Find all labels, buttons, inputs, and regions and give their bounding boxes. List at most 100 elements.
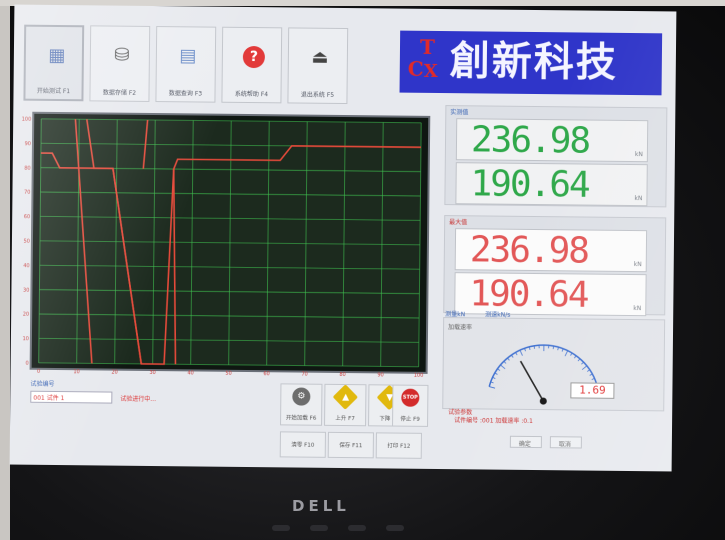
document-icon: ▤: [179, 45, 197, 67]
save-data-button[interactable]: ⛁ 数据存储 F2: [89, 25, 151, 102]
y-tick-label: 40: [23, 263, 29, 269]
params-text: 试件编号 :001 加载速率 :0.1: [454, 417, 533, 425]
max-display-1: 236.98 kN: [454, 228, 648, 273]
monitor-vent: [386, 525, 404, 531]
measured-value-1: 236.98: [470, 119, 590, 162]
measured-display-2: 190.64 kN: [455, 162, 648, 207]
gear-icon: ⚙: [292, 387, 311, 406]
measured-panel: 实测值 236.98 kN 190.64 kN: [444, 105, 668, 208]
wall: [0, 0, 10, 540]
stop-icon: STOP: [401, 388, 420, 407]
measured-value-2: 190.64: [470, 163, 589, 206]
y-tick-label: 30: [23, 287, 29, 293]
unit-label: kN: [634, 195, 643, 203]
button-label: 系统帮助 F4: [234, 90, 269, 99]
gauge-tick: [577, 358, 581, 362]
gauge-tick: [552, 346, 555, 350]
brand-banner: T C X 創新科技: [399, 30, 663, 96]
button-label: 停止 F9: [400, 416, 420, 423]
save-button[interactable]: 保存 F11: [327, 431, 374, 459]
query-data-button[interactable]: ▤ 数据查询 F3: [155, 26, 217, 103]
gauge-tick: [503, 361, 507, 364]
gauge-tick: [524, 348, 526, 352]
confirm-button[interactable]: 确定: [509, 435, 542, 449]
x-tick-label: 40: [187, 370, 193, 376]
gauge-tick: [533, 345, 535, 349]
dell-logo: DELL: [292, 497, 350, 515]
up-button[interactable]: ▲ 上升 F7: [324, 383, 367, 427]
logo-letter: C: [407, 56, 424, 81]
up-arrow-icon: ▲: [332, 384, 359, 410]
logo-letter: X: [423, 60, 438, 82]
gauge-tick: [500, 364, 506, 370]
disk-icon: ⛁: [114, 44, 130, 66]
unit-label: kN: [633, 261, 642, 269]
button-label: 数据存储 F2: [102, 89, 137, 97]
start-load-button[interactable]: ⚙ 开始加载 F6: [280, 383, 323, 426]
gauge-tick: [589, 373, 593, 376]
gauge-tick: [519, 350, 523, 356]
monitor-screen: ▦ 开始测试 F1 ⛁ 数据存储 F2 ▤ 数据查询 F3 ? 系统帮助 F4 …: [9, 4, 677, 472]
x-tick-label: 90: [377, 372, 383, 378]
gauge-tick: [591, 378, 595, 381]
y-tick-label: 80: [24, 165, 30, 171]
gauge-tick: [570, 352, 573, 356]
print-button[interactable]: 打印 F12: [375, 432, 422, 459]
unit-label: kN: [634, 151, 643, 159]
gauge-readout: 1.69: [570, 382, 615, 399]
monitor-vent: [310, 525, 328, 531]
x-tick-label: 80: [339, 372, 345, 378]
max-title: 最大值: [449, 219, 468, 227]
x-tick-label: 70: [301, 372, 307, 378]
chart-svg: 0 10 20 30 40 50 60 70 80 90 100 0 10 20 30 40 50 60 70 80 9…: [22, 111, 431, 379]
help-button[interactable]: ? 系统帮助 F4: [221, 26, 283, 104]
cancel-button[interactable]: 取消: [549, 436, 582, 449]
test-number-field[interactable]: 001 试件 1: [30, 390, 113, 404]
button-label: 退出系统 F5: [300, 91, 335, 99]
gauge-tick: [511, 354, 514, 358]
toolbar: ▦ 开始测试 F1 ⛁ 数据存储 F2 ▤ 数据查询 F3 ? 系统帮助 F4 …: [19, 24, 400, 107]
exit-button[interactable]: ⏏ 退出系统 F5: [287, 27, 349, 105]
y-tick-label: 60: [24, 214, 30, 220]
y-tick-label: 100: [22, 117, 32, 123]
y-tick-label: 50: [24, 239, 30, 245]
unit-label: kN: [633, 305, 642, 313]
brand-logo: T C X: [406, 35, 447, 89]
test-info: 试验编号 001 试件 1 试验进行中...: [30, 379, 281, 442]
gauge-tick: [507, 357, 510, 361]
max-display-2: 190.64 kN: [454, 272, 647, 317]
measured-title: 实测值: [450, 109, 469, 117]
gauge-panel: 加载速率: [442, 317, 666, 412]
stop-button[interactable]: STOP 停止 F9: [392, 384, 429, 427]
speed-gauge: [488, 344, 599, 405]
chart-icon: ▦: [48, 44, 66, 67]
button-label: 数据查询 F3: [168, 90, 203, 98]
x-tick-label: 50: [225, 371, 231, 377]
status-text: 试验进行中...: [120, 395, 157, 404]
x-tick-label: 100: [414, 373, 424, 379]
button-label: 开始测试 F1: [36, 87, 71, 96]
x-tick-label: 20: [111, 370, 117, 376]
button-label: 确定: [518, 440, 531, 448]
test-number-label: 试验编号: [30, 380, 55, 388]
gauge-tick: [581, 361, 584, 365]
gauge-tick: [561, 348, 564, 352]
measured-display-1: 236.98 kN: [455, 118, 649, 163]
gauge-tick: [581, 365, 588, 370]
y-tick-label: 70: [24, 190, 30, 196]
zero-button[interactable]: 清零 F10: [279, 431, 326, 458]
x-tick-label: 10: [73, 369, 79, 375]
button-label: 开始加载 F6: [285, 415, 317, 422]
monitor-vent: [272, 525, 290, 531]
y-tick-label: 0: [25, 361, 28, 367]
force-chart: 0 10 20 30 40 50 60 70 80 90 100 0 10 20 30 40 50 60 70 80 9…: [11, 105, 434, 379]
gauge-hub: [539, 397, 547, 405]
exit-icon: ⏏: [311, 46, 329, 68]
x-tick-label: 30: [149, 370, 155, 376]
button-label: 取消: [558, 441, 571, 449]
start-test-button[interactable]: ▦ 开始测试 F1: [23, 24, 85, 102]
max-value-1: 236.98: [469, 229, 589, 272]
gauge-tick: [574, 355, 577, 359]
max-panel: 最大值 236.98 kN 190.64 kN: [443, 215, 667, 317]
y-tick-label: 90: [25, 141, 31, 147]
